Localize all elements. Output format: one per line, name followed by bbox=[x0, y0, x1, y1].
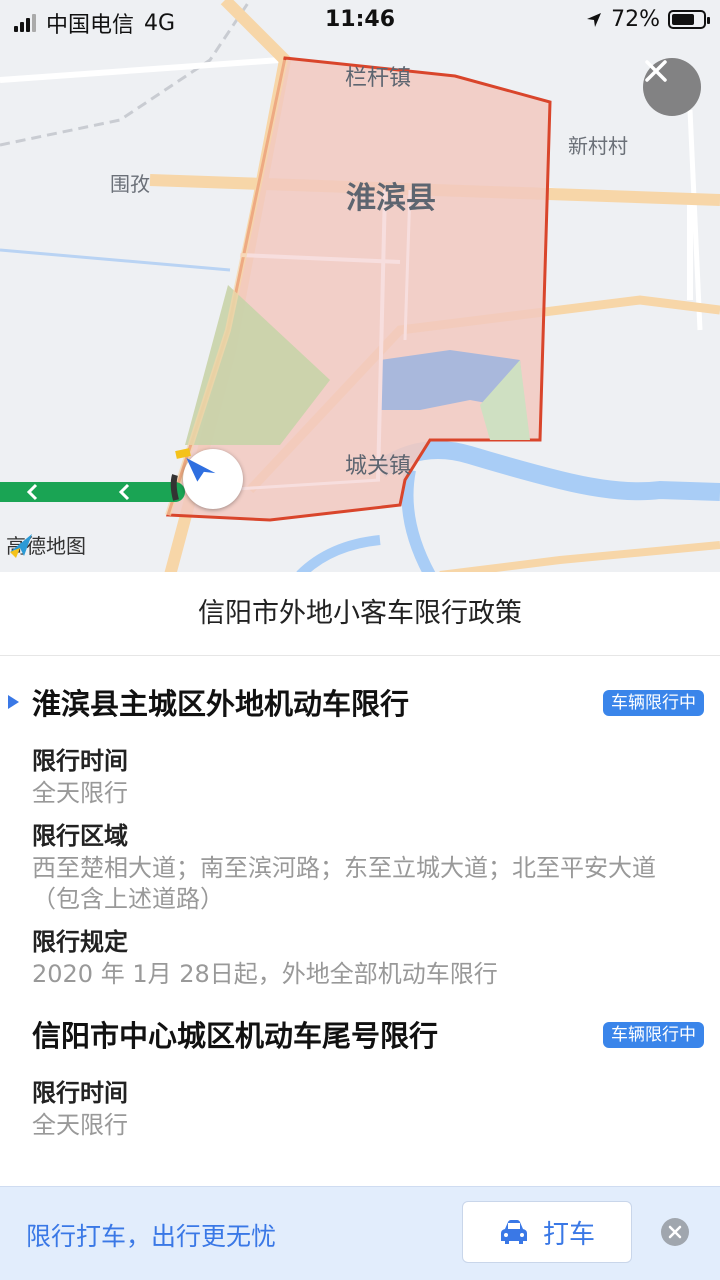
policy-sheet[interactable]: 信阳市外地小客车限行政策 淮滨县主城区外地机动车限行 车辆限行中 限行时间 全天… bbox=[0, 572, 720, 1280]
map-label-weizi: 围孜 bbox=[110, 172, 150, 196]
field-label-rule: 限行规定 bbox=[32, 928, 128, 956]
close-icon bbox=[645, 60, 667, 82]
taxi-button-label: 打车 bbox=[542, 1219, 595, 1250]
status-badge: 车辆限行中 bbox=[603, 1022, 704, 1048]
amap-logo: 高德地图 bbox=[6, 530, 86, 559]
sheet-title: 信阳市外地小客车限行政策 bbox=[0, 572, 720, 656]
banner-text: 限行打车，出行更无忧 bbox=[26, 1222, 277, 1251]
battery-icon bbox=[668, 10, 710, 29]
status-bar: 中国电信 4G 11:46 72% bbox=[0, 0, 720, 40]
map-label-chengguanzhen: 城关镇 bbox=[345, 454, 412, 479]
navigation-arrow-icon bbox=[186, 458, 216, 482]
field-label-time: 限行时间 bbox=[32, 747, 128, 775]
policy-name: 信阳市中心城区机动车尾号限行 bbox=[32, 1019, 439, 1053]
policy-item[interactable]: 淮滨县主城区外地机动车限行 车辆限行中 限行时间 全天限行 限行区域 西至楚相大… bbox=[0, 670, 720, 990]
map-label-langanzhen: 栏杆镇 bbox=[345, 66, 412, 91]
field-value-time: 全天限行 bbox=[32, 779, 128, 807]
map-label-huaibinxian: 淮滨县 bbox=[346, 181, 436, 216]
field-value-area: 西至楚相大道；南至滨河路；东至立城大道；北至平安大道（包含上述道路） bbox=[32, 854, 656, 913]
battery-fill bbox=[672, 14, 694, 25]
close-map-button[interactable] bbox=[643, 58, 701, 116]
taxi-banner: 限行打车，出行更无忧 打车 bbox=[0, 1186, 720, 1280]
taxi-button[interactable]: 打车 bbox=[462, 1201, 632, 1263]
policy-header: 淮滨县主城区外地机动车限行 车辆限行中 bbox=[8, 670, 720, 734]
field-label-time: 限行时间 bbox=[32, 1079, 128, 1107]
field-label-area: 限行区域 bbox=[32, 822, 128, 850]
car-icon bbox=[500, 1220, 527, 1244]
policy-item[interactable]: 信阳市中心城区机动车尾号限行 车辆限行中 限行时间 全天限行 bbox=[0, 1002, 720, 1141]
status-badge: 车辆限行中 bbox=[603, 690, 704, 716]
current-location-icon[interactable] bbox=[183, 449, 243, 509]
selected-marker-icon bbox=[8, 695, 19, 709]
banner-close-button[interactable] bbox=[661, 1218, 689, 1246]
amap-logo-icon bbox=[10, 534, 32, 558]
close-icon bbox=[668, 1225, 682, 1239]
location-arrow-icon bbox=[587, 12, 602, 27]
map-view[interactable]: 栏杆镇 新村村 围孜 淮滨县 城关镇 高德地图 bbox=[0, 0, 720, 575]
battery-percent: 72% bbox=[611, 7, 660, 32]
policy-header: 信阳市中心城区机动车尾号限行 车辆限行中 bbox=[32, 1002, 720, 1066]
field-value-rule: 2020 年 1月 28日起，外地全部机动车限行 bbox=[32, 960, 498, 988]
field-value-time: 全天限行 bbox=[32, 1111, 128, 1139]
map-label-xincuncun: 新村村 bbox=[568, 134, 628, 158]
policy-name: 淮滨县主城区外地机动车限行 bbox=[32, 687, 410, 721]
app-root: 栏杆镇 新村村 围孜 淮滨县 城关镇 高德地图 中国电信 4G 11:46 72… bbox=[0, 0, 720, 1280]
